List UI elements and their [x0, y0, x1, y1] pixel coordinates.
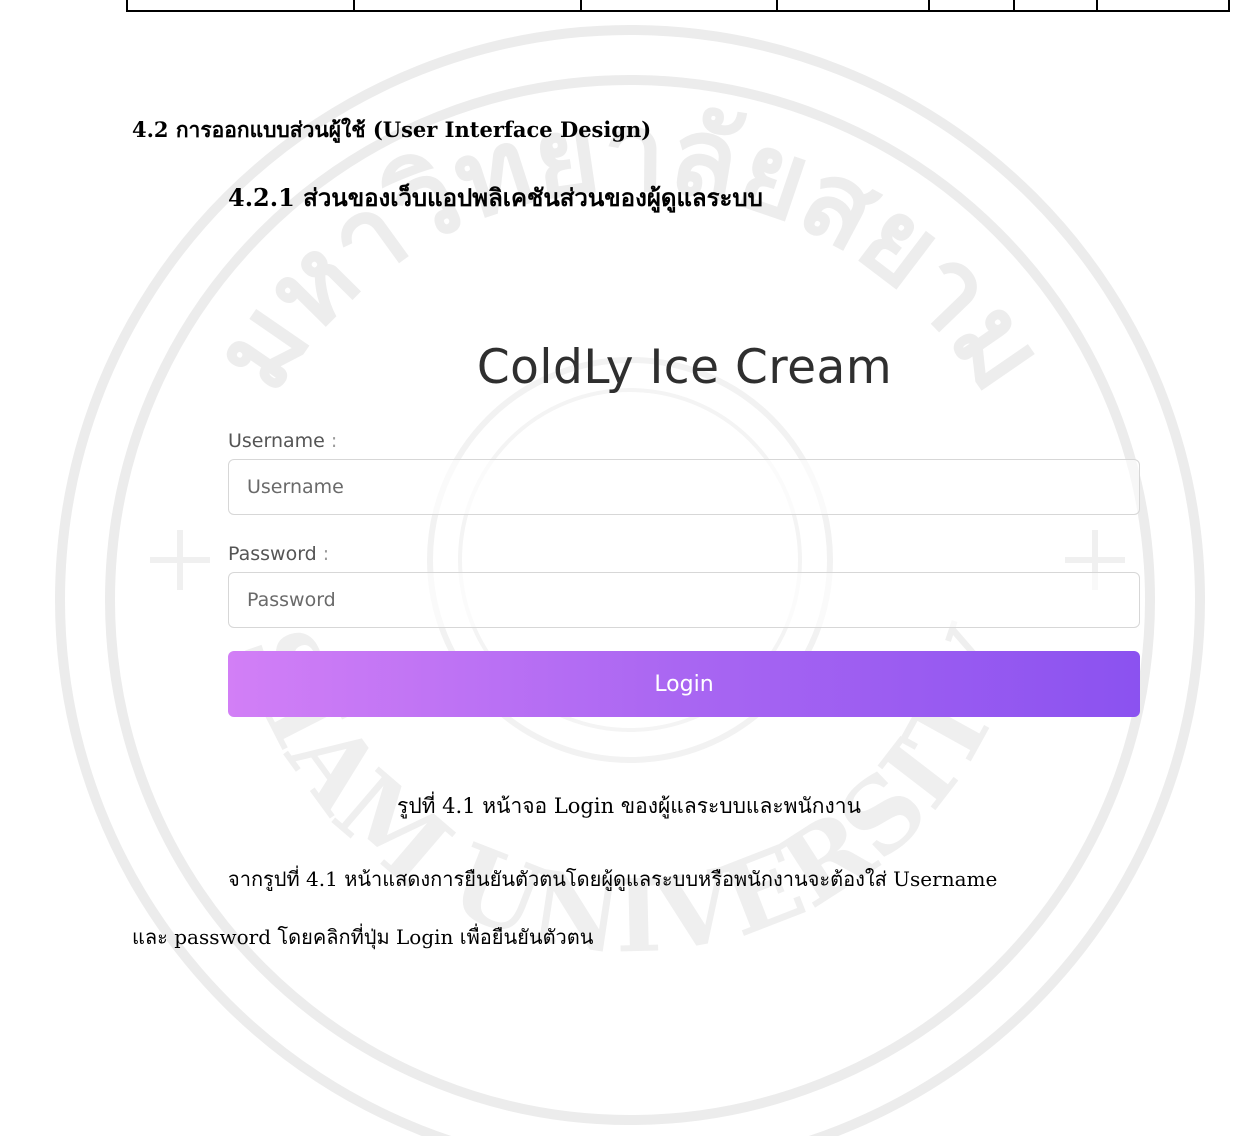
login-form-figure: ColdLy Ice Cream Username : Password : L…	[228, 330, 1141, 720]
figure-caption: รูปที่ 4.1 หน้าจอ Login ของผู้แลระบบและพ…	[397, 794, 861, 818]
paragraph-line-1: จากรูปที่ 4.1 หน้าแสดงการยืนยันตัวตนโดยผ…	[228, 867, 998, 891]
username-label-colon: :	[330, 430, 338, 452]
password-input[interactable]	[228, 572, 1140, 628]
paragraph-line-2: และ password โดยคลิกที่ปุ่ม Login เพื่อย…	[132, 925, 594, 949]
password-label-colon: :	[322, 543, 330, 565]
section-heading: 4.2 การออกแบบส่วนผู้ใช้ (User Interface …	[132, 117, 652, 142]
username-input[interactable]	[228, 459, 1140, 515]
subsection-heading: 4.2.1 ส่วนของเว็บแอปพลิเคชันส่วนของผู้ดู…	[228, 183, 763, 212]
username-label: Username :	[228, 430, 338, 452]
body-paragraph: จากรูปที่ 4.1 หน้าแสดงการยืนยันตัวตนโดยผ…	[132, 850, 1242, 966]
login-button[interactable]: Login	[228, 651, 1140, 717]
password-label: Password :	[228, 543, 330, 565]
app-title: ColdLy Ice Cream	[476, 340, 893, 395]
table-fragment	[126, 0, 1230, 12]
